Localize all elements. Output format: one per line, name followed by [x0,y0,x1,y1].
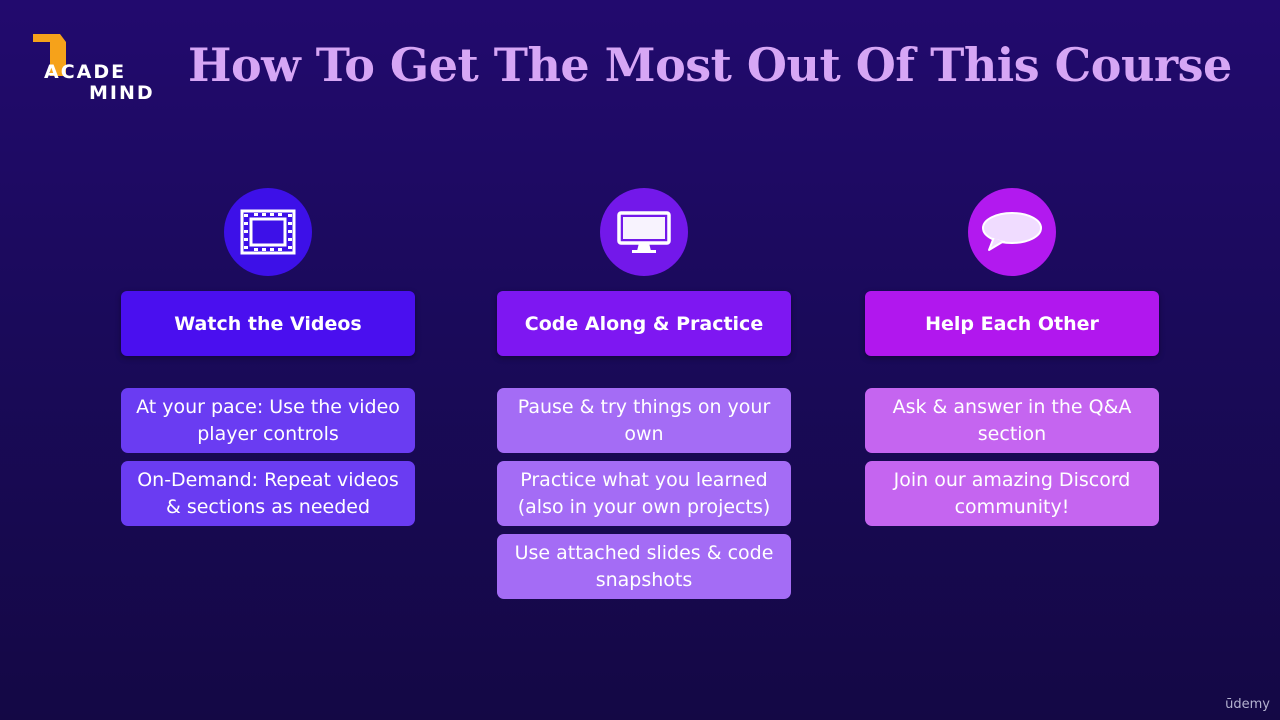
list-item: Use attached slides & code snapshots [497,534,791,599]
list-item: At your pace: Use the video player contr… [121,388,415,453]
list-item: Join our amazing Discord community! [865,461,1159,526]
header-code-along: Code Along & Practice [497,291,791,356]
column-help-each-other: Help Each Other Ask & answer in the Q&A … [865,188,1159,534]
list-item: On-Demand: Repeat videos & sections as n… [121,461,415,526]
slide-title: How To Get The Most Out Of This Course [188,38,1232,92]
column-code-along: Code Along & Practice Pause & try things… [497,188,791,607]
monitor-icon [617,211,671,253]
list-item: Ask & answer in the Q&A section [865,388,1159,453]
film-icon [240,209,296,255]
logo-text-line1: ACADE [44,61,127,83]
speech-bubble-icon-circle [968,188,1056,276]
speech-bubble-icon [982,212,1042,251]
monitor-icon-circle [600,188,688,276]
film-icon-circle [224,188,312,276]
academind-logo: ACADE MIND [32,32,162,104]
list-item: Pause & try things on your own [497,388,791,453]
header-help-each-other: Help Each Other [865,291,1159,356]
column-watch-videos: Watch the Videos At your pace: Use the v… [121,188,415,534]
list-item: Practice what you learned (also in your … [497,461,791,526]
logo-text-line2: MIND [89,82,155,104]
udemy-watermark: ūdemy [1225,697,1270,712]
header-watch-videos: Watch the Videos [121,291,415,356]
